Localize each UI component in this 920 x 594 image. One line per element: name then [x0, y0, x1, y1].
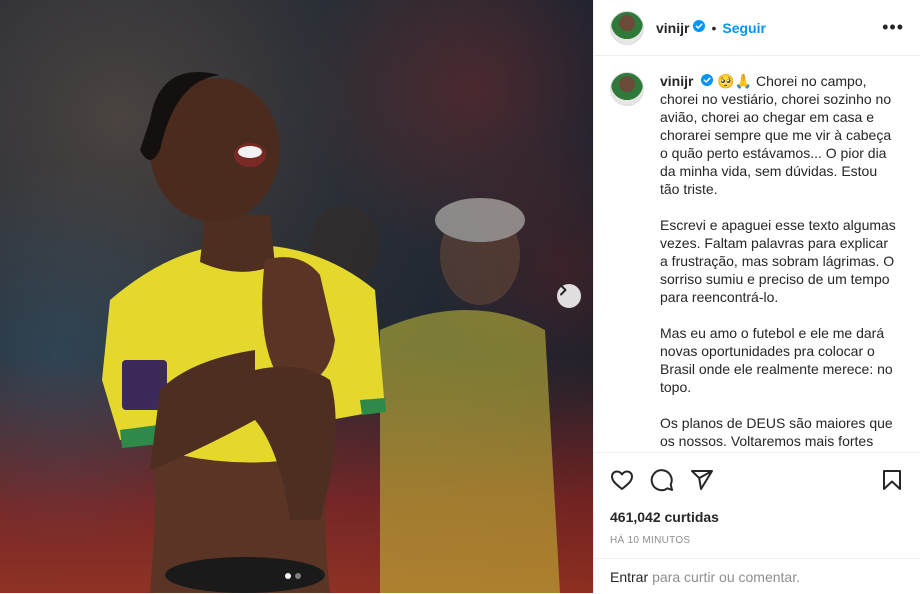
- like-button[interactable]: [610, 468, 634, 492]
- caption-scroll-area[interactable]: vinijr 🥺🙏 Chorei no campo, chorei no ves…: [594, 56, 920, 453]
- comment-prompt: para curtir ou comentar.: [652, 568, 800, 585]
- comment-login-bar: Entrar para curtir ou comentar.: [594, 558, 920, 594]
- avatar[interactable]: [610, 10, 644, 45]
- chevron-right-icon: [560, 284, 567, 296]
- caption-text: vinijr 🥺🙏 Chorei no campo, chorei no ves…: [660, 72, 898, 452]
- login-link[interactable]: Entrar: [610, 569, 648, 585]
- carousel-dot-active: [285, 573, 291, 579]
- caption-username[interactable]: vinijr: [660, 73, 693, 89]
- caption-paragraph-4: Os planos de DEUS são maiores que os nos…: [660, 415, 893, 452]
- post-sidebar: vinijr • Seguir ••• vinijr 🥺🙏 Chorei no …: [593, 0, 920, 593]
- comment-icon: [650, 469, 673, 492]
- likes-count[interactable]: 461,042 curtidas: [610, 509, 719, 525]
- action-bar: [610, 460, 904, 500]
- share-icon: [691, 470, 713, 490]
- post-media[interactable]: [0, 0, 593, 593]
- header-username[interactable]: vinijr: [656, 20, 689, 36]
- post-timestamp[interactable]: HÁ 10 MINUTOS: [610, 535, 690, 546]
- heart-icon: [611, 470, 633, 490]
- caption-paragraph-2: Escrevi e apaguei esse texto algumas vez…: [660, 217, 896, 305]
- caption-paragraph-3: Mas eu amo o futebol e ele me dará novas…: [660, 325, 893, 395]
- save-button[interactable]: [880, 468, 904, 492]
- carousel-next-button[interactable]: [557, 284, 581, 308]
- follow-button[interactable]: Seguir: [722, 20, 766, 36]
- verified-icon: [701, 72, 714, 90]
- caption-avatar[interactable]: [610, 72, 644, 106]
- carousel-indicator: [285, 573, 301, 579]
- post-header: vinijr • Seguir •••: [594, 0, 920, 56]
- photo-illustration: [102, 72, 560, 593]
- share-button[interactable]: [690, 468, 714, 492]
- caption-paragraph-1: vinijr 🥺🙏 Chorei no campo, chorei no ves…: [660, 72, 898, 198]
- caption-paragraph-1-text: Chorei no campo, chorei no vestiário, ch…: [660, 73, 892, 197]
- save-icon: [883, 470, 901, 490]
- carousel-dot: [295, 573, 301, 579]
- more-options-icon[interactable]: •••: [882, 17, 904, 38]
- header-separator: •: [711, 19, 717, 36]
- caption-emojis: 🥺🙏: [717, 73, 753, 89]
- caption: vinijr 🥺🙏 Chorei no campo, chorei no ves…: [610, 72, 904, 452]
- background-player: [380, 198, 560, 593]
- verified-icon: [693, 19, 706, 37]
- comment-button[interactable]: [650, 468, 674, 492]
